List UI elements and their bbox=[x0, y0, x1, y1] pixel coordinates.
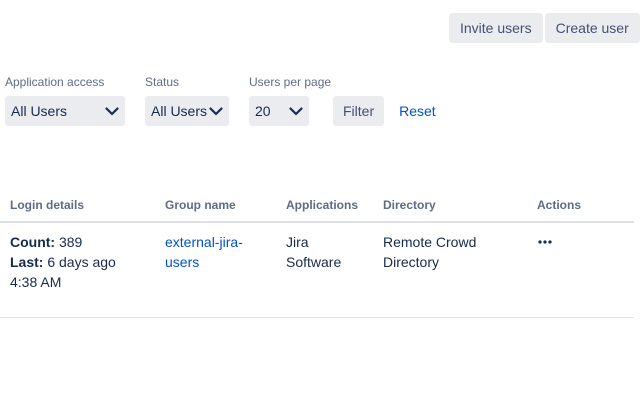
users-per-page-value: 20 bbox=[255, 103, 271, 119]
header-actions: Invite users Create user bbox=[449, 13, 640, 43]
column-header-login-details: Login details bbox=[0, 188, 155, 223]
status-label: Status bbox=[145, 75, 180, 89]
create-user-button[interactable]: Create user bbox=[544, 13, 640, 43]
column-header-applications: Applications bbox=[276, 188, 373, 223]
users-table: Login details Group name Applications Di… bbox=[0, 188, 634, 318]
application-access-label: Application access bbox=[5, 75, 105, 89]
application-access-field: Application access All Users bbox=[5, 75, 145, 126]
invite-users-button[interactable]: Invite users bbox=[449, 13, 543, 43]
filter-button[interactable]: Filter bbox=[333, 96, 385, 126]
more-horizontal-icon[interactable] bbox=[537, 232, 553, 252]
login-details-cell: Count: 389 Last: 6 days ago 4:38 AM bbox=[0, 222, 155, 318]
filter-bar: Application access All Users Status All … bbox=[5, 75, 436, 126]
chevron-down-icon bbox=[289, 106, 303, 116]
status-value: All Users bbox=[151, 103, 208, 119]
application-access-select[interactable]: All Users bbox=[5, 96, 125, 126]
last-label: Last: bbox=[10, 254, 44, 270]
directory-cell: Remote Crowd Directory bbox=[373, 222, 527, 318]
table-header: Login details Group name Applications Di… bbox=[0, 188, 634, 223]
applications-cell: Jira Software bbox=[276, 222, 373, 318]
count-value: 389 bbox=[58, 234, 83, 250]
application-value: Jira Software bbox=[286, 234, 342, 270]
users-per-page-label: Users per page bbox=[249, 75, 332, 89]
column-header-actions: Actions bbox=[527, 188, 634, 223]
status-select[interactable]: All Users bbox=[145, 96, 229, 126]
users-per-page-field: Users per page 20 bbox=[249, 75, 333, 126]
chevron-down-icon bbox=[105, 106, 119, 116]
group-link[interactable]: external-jira-users bbox=[165, 234, 243, 270]
chevron-down-icon bbox=[209, 106, 223, 116]
status-field: Status All Users bbox=[145, 75, 249, 126]
column-header-directory: Directory bbox=[373, 188, 527, 223]
column-header-group-name: Group name bbox=[155, 188, 276, 223]
application-access-value: All Users bbox=[11, 103, 68, 119]
group-name-cell: external-jira-users bbox=[155, 222, 276, 318]
directory-value: Remote Crowd Directory bbox=[383, 234, 477, 270]
users-per-page-select[interactable]: 20 bbox=[249, 96, 309, 126]
table-row: Count: 389 Last: 6 days ago 4:38 AM exte… bbox=[0, 222, 634, 318]
count-label: Count: bbox=[10, 234, 56, 250]
reset-button[interactable]: Reset bbox=[384, 96, 436, 126]
actions-cell bbox=[527, 222, 634, 318]
